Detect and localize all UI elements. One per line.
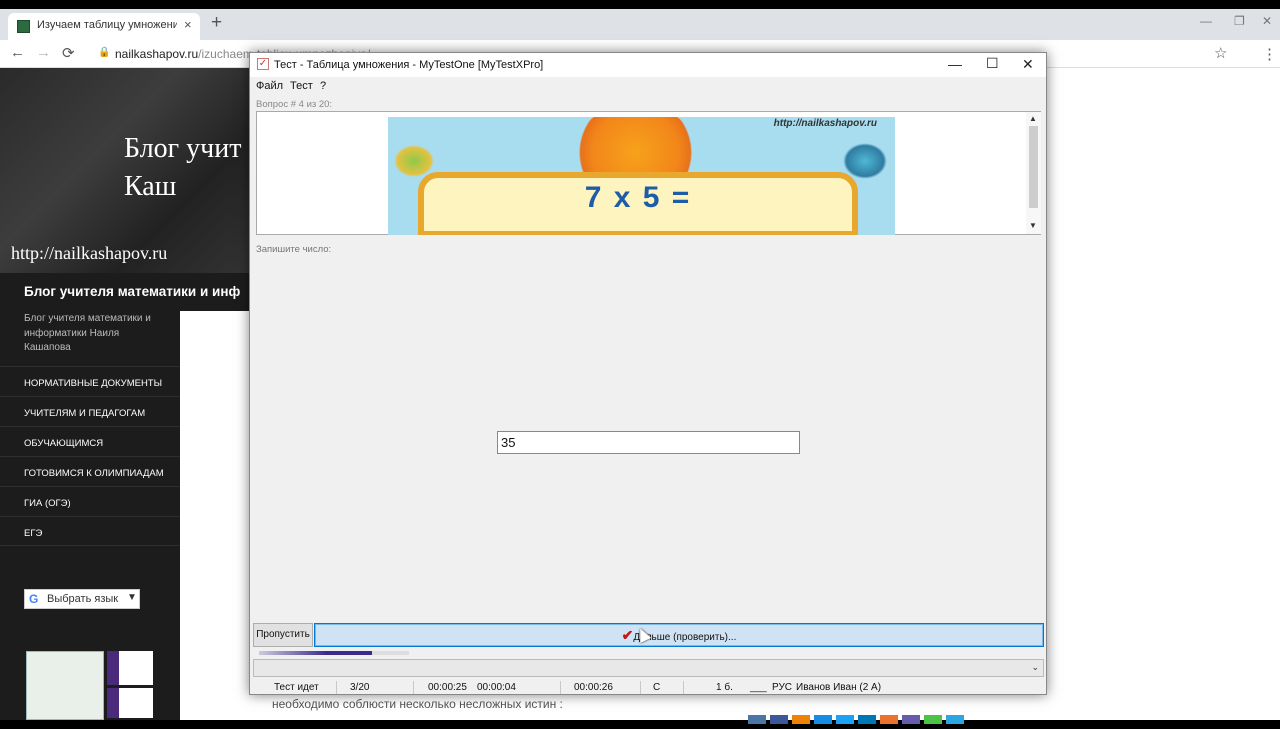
question-scrollbar[interactable]: ▲ ▼ bbox=[1026, 112, 1041, 234]
menu-item-olympiads[interactable]: ГОТОВИМСЯ К ОЛИМПИАДАМ bbox=[0, 456, 180, 486]
chrome-menu-icon[interactable]: ⋮ bbox=[1262, 45, 1277, 63]
menu-item-ege[interactable]: ЕГЭ bbox=[0, 516, 180, 546]
menu-item-normative[interactable]: НОРМАТИВНЫЕ ДОКУМЕНТЫ bbox=[0, 366, 180, 396]
test-menu-bar: Файл Тест ? bbox=[250, 77, 1046, 95]
status-time-elapsed: 00:00:26 bbox=[574, 682, 613, 693]
tab-title: Изучаем таблицу умножения. - bbox=[37, 19, 177, 31]
status-lang: РУС bbox=[772, 682, 793, 693]
menu-file[interactable]: Файл bbox=[256, 80, 283, 92]
test-title-bar: ✓ Тест - Таблица умножения - MyTestOne [… bbox=[250, 53, 1046, 77]
question-panel: http://nailkashapov.ru 7 x 5 = ▲ ▼ bbox=[256, 111, 1041, 235]
image-watermark: http://nailkashapov.ru bbox=[773, 118, 877, 129]
scroll-down-icon[interactable]: ▼ bbox=[1029, 221, 1037, 230]
status-separator bbox=[413, 681, 414, 694]
checkmark-icon: ✔ bbox=[621, 627, 634, 643]
language-select[interactable]: G Выбрать язык ▼ bbox=[24, 589, 140, 609]
status-separator bbox=[560, 681, 561, 694]
answer-prompt: Запишите число: bbox=[256, 244, 332, 255]
progress-fill bbox=[259, 651, 372, 655]
header-title: Блог учит Каш bbox=[124, 133, 242, 202]
menu-item-teachers[interactable]: УЧИТЕЛЯМ И ПЕДАГОГАМ bbox=[0, 396, 180, 426]
status-separator bbox=[640, 681, 641, 694]
question-image: http://nailkashapov.ru 7 x 5 = bbox=[388, 117, 895, 235]
status-grade: С bbox=[653, 682, 661, 693]
next-check-button[interactable]: ✔Дальше (проверить)... bbox=[314, 623, 1044, 647]
browser-tab[interactable]: Изучаем таблицу умножения. - × bbox=[8, 13, 200, 40]
back-icon[interactable]: ← bbox=[10, 44, 25, 61]
google-icon: G bbox=[29, 592, 39, 606]
time-progress-bar bbox=[259, 651, 409, 655]
status-blank: ___ bbox=[750, 682, 767, 693]
status-separator bbox=[683, 681, 684, 694]
status-bar: Тест идет 3/20 00:00:25 00:00:04 00:00:2… bbox=[250, 680, 1046, 695]
butterfly-right-illustration bbox=[843, 143, 887, 179]
expression-banner: 7 x 5 = bbox=[418, 172, 858, 235]
status-state: Тест идет bbox=[274, 682, 319, 693]
bookmark-star-icon[interactable]: ☆ bbox=[1214, 44, 1227, 62]
reload-icon[interactable]: ⟳ bbox=[62, 44, 75, 62]
favicon-icon bbox=[17, 20, 30, 33]
skip-button[interactable]: Пропустить bbox=[253, 623, 313, 647]
article-text: необходимо соблюсти несколько несложных … bbox=[272, 697, 563, 711]
url-domain: nailkashapov.ru bbox=[115, 47, 199, 61]
certificate-image[interactable] bbox=[107, 651, 153, 685]
menu-item-students[interactable]: ОБУЧАЮЩИМСЯ bbox=[0, 426, 180, 456]
forward-icon[interactable]: → bbox=[36, 44, 51, 61]
new-tab-button[interactable]: + bbox=[211, 12, 222, 34]
test-window: ✓ Тест - Таблица умножения - MyTestOne [… bbox=[249, 52, 1047, 695]
status-time-total: 00:00:25 bbox=[428, 682, 467, 693]
status-user: Иванов Иван (2 А) bbox=[796, 682, 882, 693]
lock-icon: 🔒 bbox=[98, 47, 111, 58]
test-window-title: Тест - Таблица умножения - MyTestOne [My… bbox=[274, 59, 544, 71]
maximize-button[interactable]: ☐ bbox=[986, 55, 999, 72]
multiplication-expression: 7 x 5 = bbox=[584, 181, 692, 214]
scroll-thumb[interactable] bbox=[1029, 126, 1038, 208]
certificate-image[interactable] bbox=[107, 688, 153, 718]
diploma-image[interactable] bbox=[26, 651, 104, 720]
status-score: 1 б. bbox=[716, 682, 733, 693]
feedback-combo[interactable]: ⌄ bbox=[253, 659, 1044, 677]
chevron-down-icon[interactable]: ⌄ bbox=[1031, 662, 1039, 673]
browser-restore-button[interactable]: ❐ bbox=[1234, 14, 1245, 28]
close-button[interactable]: ✕ bbox=[1022, 56, 1034, 73]
blog-title[interactable]: Блог учителя математики и инф bbox=[24, 284, 240, 299]
status-question: 3/20 bbox=[350, 682, 370, 693]
dropdown-arrow-icon: ▼ bbox=[127, 592, 137, 603]
header-url[interactable]: http://nailkashapov.ru bbox=[11, 243, 167, 264]
content-area bbox=[180, 311, 250, 720]
tab-strip: Изучаем таблицу умножения. - × + — ❐ ✕ bbox=[0, 9, 1280, 40]
checkbox-app-icon: ✓ bbox=[257, 58, 269, 70]
tab-close-icon[interactable]: × bbox=[184, 17, 192, 32]
social-share-buttons[interactable] bbox=[748, 711, 1008, 724]
status-separator bbox=[336, 681, 337, 694]
menu-help[interactable]: ? bbox=[320, 80, 326, 92]
language-label: Выбрать язык bbox=[47, 593, 119, 605]
status-time-question: 00:00:04 bbox=[477, 682, 516, 693]
browser-minimize-button[interactable]: — bbox=[1200, 14, 1212, 28]
minimize-button[interactable]: — bbox=[948, 56, 962, 72]
menu-item-gia[interactable]: ГИА (ОГЭ) bbox=[0, 486, 180, 516]
answer-input[interactable]: 35 bbox=[497, 431, 800, 454]
question-number: Вопрос # 4 из 20: bbox=[256, 99, 333, 110]
blog-description: Блог учителя математики и информатики На… bbox=[24, 313, 151, 353]
scroll-up-icon[interactable]: ▲ bbox=[1029, 114, 1037, 123]
browser-close-button[interactable]: ✕ bbox=[1262, 14, 1272, 28]
butterfly-left-illustration bbox=[394, 145, 434, 177]
menu-test[interactable]: Тест bbox=[290, 80, 313, 92]
